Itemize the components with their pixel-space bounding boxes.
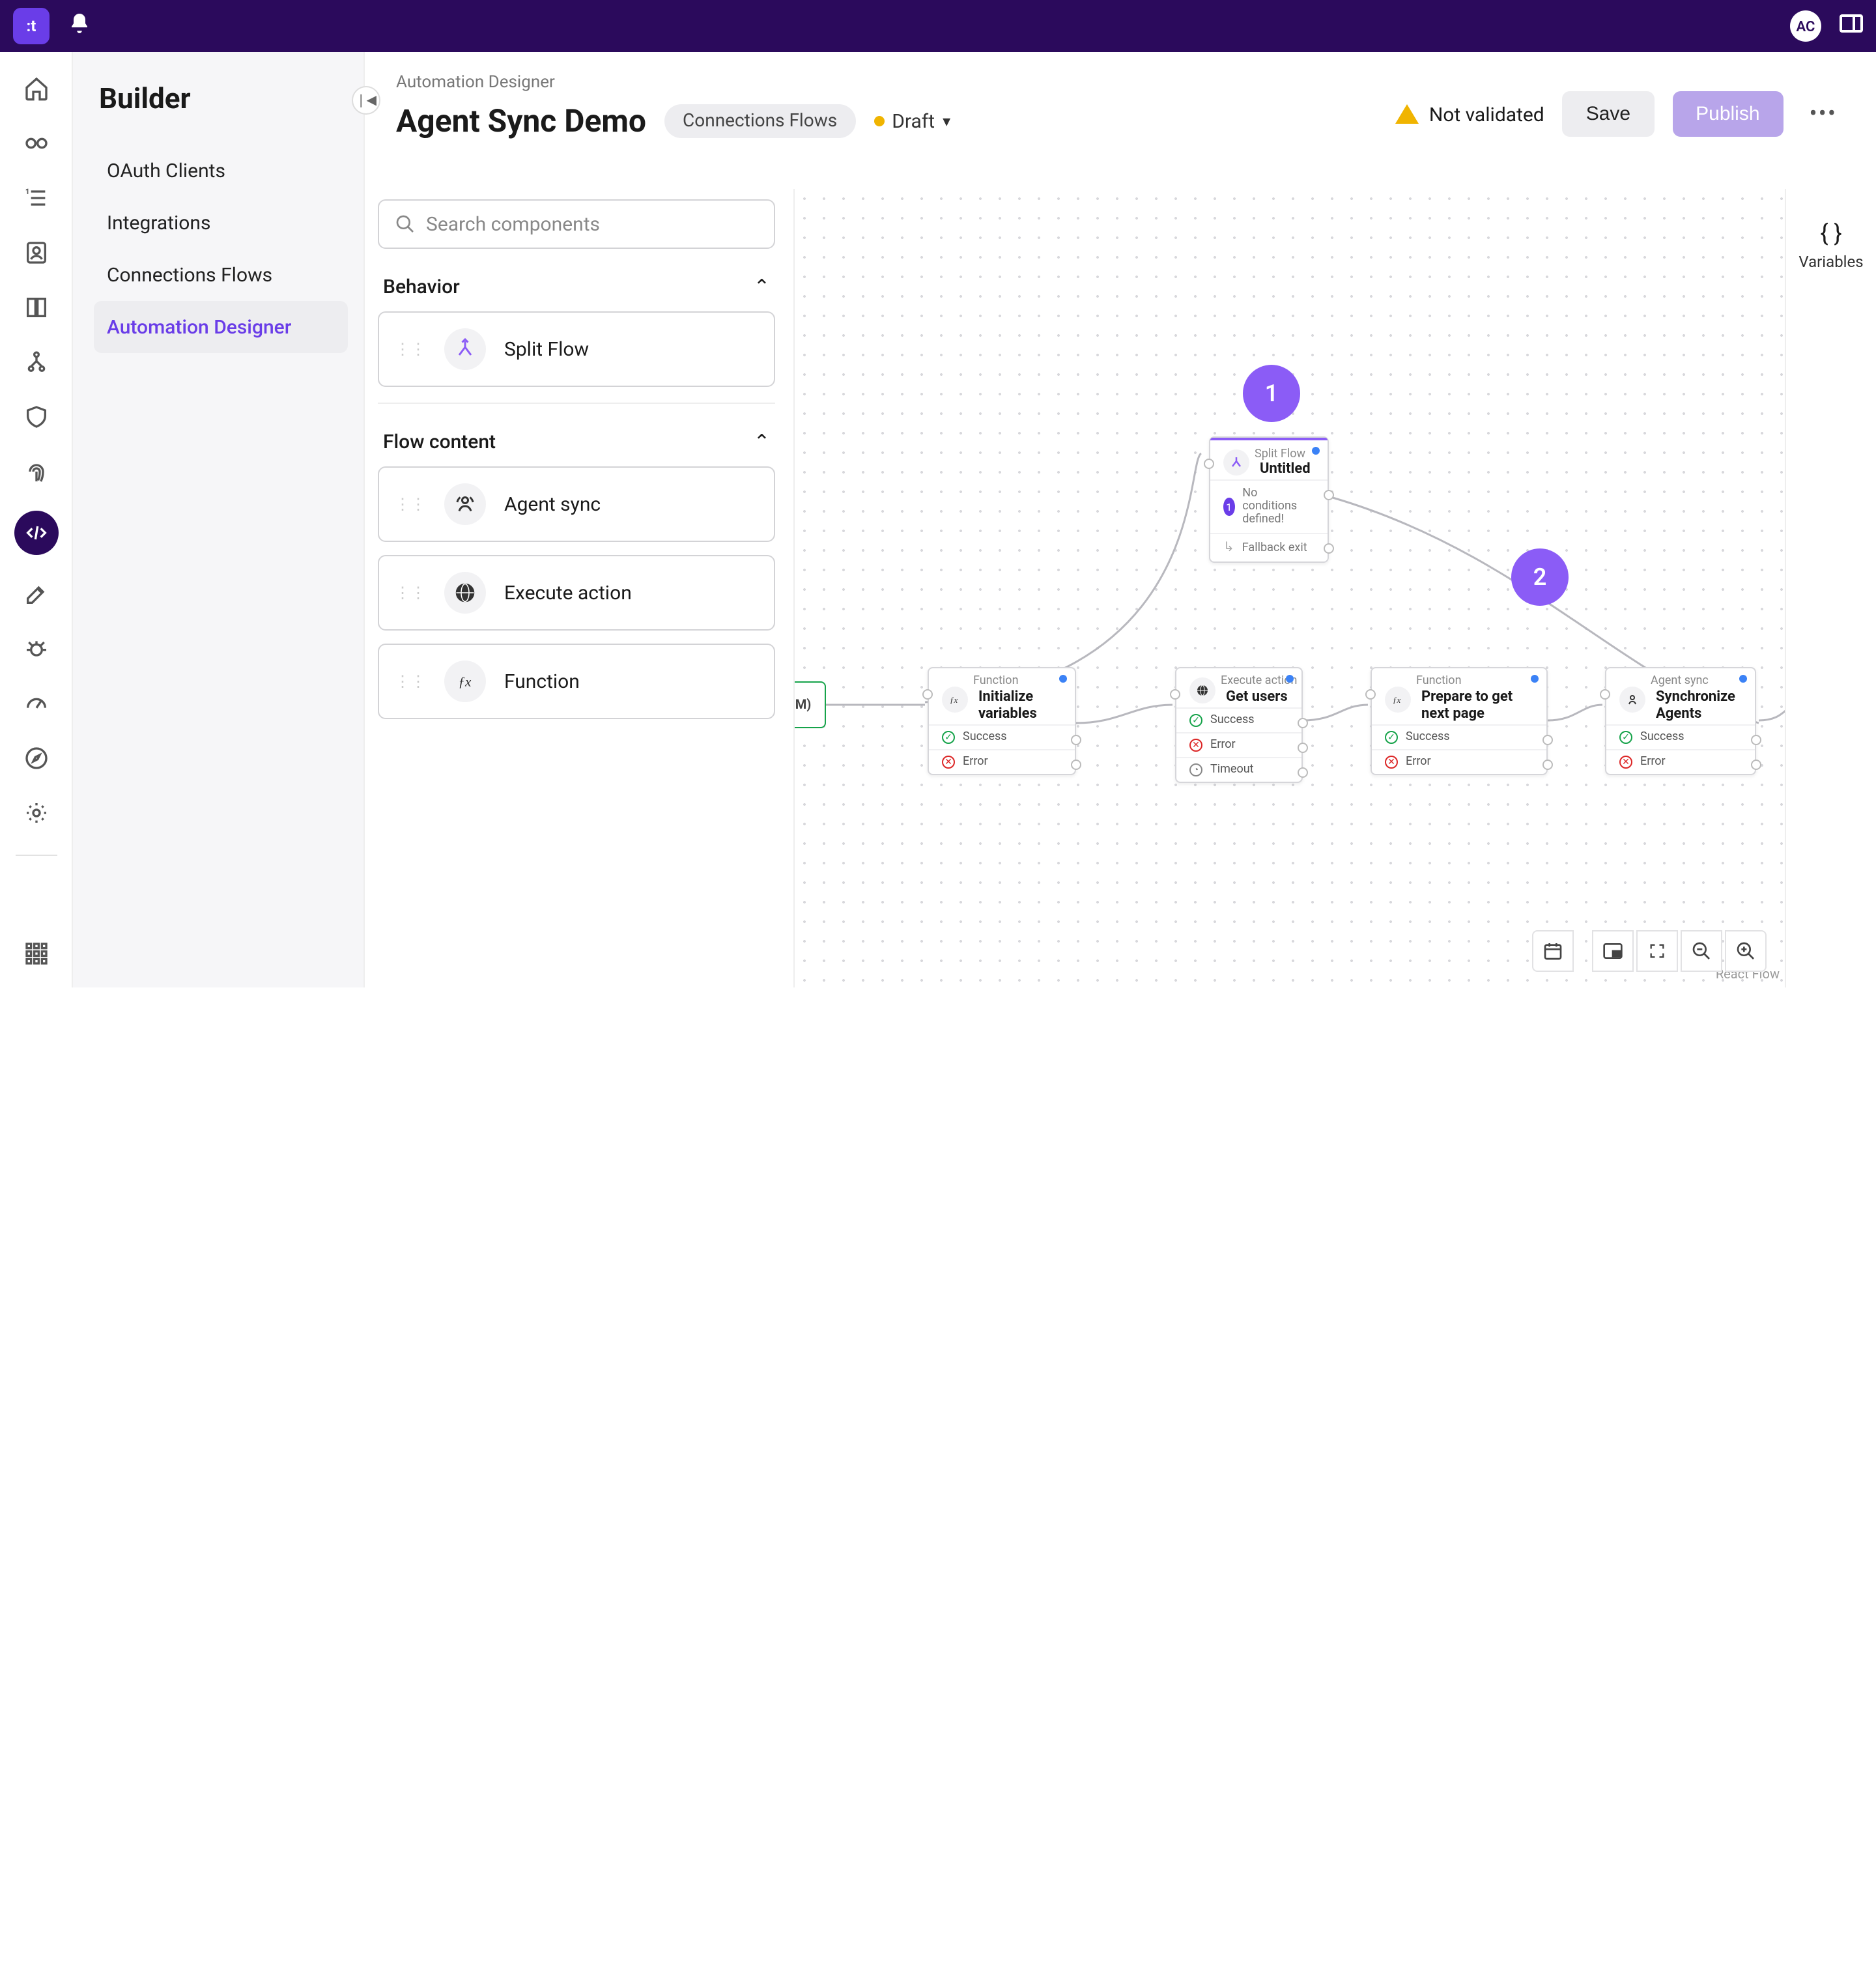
search-input[interactable]: Search components (378, 199, 775, 249)
status-dropdown[interactable]: Draft ▾ (874, 109, 950, 133)
zoom-out-button[interactable] (1681, 930, 1722, 972)
condition-row[interactable]: 1No conditions defined! (1210, 479, 1328, 533)
node-split-flow[interactable]: Split Flow Untitled 1No conditions defin… (1209, 436, 1329, 563)
agent-sync-icon (1619, 686, 1645, 712)
svg-text:1: 1 (25, 188, 29, 195)
status-dot-icon (874, 116, 884, 126)
svg-text:ƒx: ƒx (1393, 694, 1401, 704)
component-execute-action[interactable]: ⋮⋮ Execute action (378, 555, 775, 631)
validation-status: Not validated (1395, 102, 1544, 126)
split-icon (444, 328, 486, 370)
node-get-users[interactable]: Execute action Get users ✓Success ✕Error… (1175, 667, 1303, 783)
right-rail: { } Variables (1785, 189, 1876, 988)
chevron-down-icon: ▾ (943, 112, 950, 130)
code-icon[interactable] (14, 511, 58, 555)
sidebar-title: Builder (94, 83, 348, 116)
fingerprint-icon[interactable] (20, 456, 51, 487)
node-initialize-variables[interactable]: ƒx Function Initialize variables ✓Succes… (928, 667, 1076, 775)
fullscreen-button[interactable] (1636, 930, 1678, 972)
publish-button[interactable]: Publish (1672, 91, 1783, 137)
callout-2: 2 (1511, 548, 1569, 606)
callout-1: 1 (1243, 365, 1300, 422)
steps-icon[interactable]: 1 (20, 182, 51, 214)
apps-grid-icon[interactable] (20, 938, 51, 969)
book-icon[interactable] (20, 292, 51, 323)
home-icon[interactable] (20, 73, 51, 104)
flow-icon[interactable] (20, 347, 51, 378)
variables-icon[interactable]: { } (1820, 220, 1841, 248)
drag-handle-icon[interactable]: ⋮⋮ (395, 340, 426, 358)
warning-icon (1395, 104, 1419, 124)
shield-icon[interactable] (20, 401, 51, 433)
topbar: AC (0, 0, 1876, 52)
chevron-up-icon: ⌃ (754, 430, 770, 453)
section-behavior[interactable]: Behavior ⌃ (378, 249, 775, 311)
main: ❘◀ Automation Designer Agent Sync Demo C… (365, 52, 1876, 988)
function-icon: ƒx (444, 661, 486, 702)
sidebar-item-integrations[interactable]: Integrations (94, 197, 348, 249)
settings-icon[interactable] (20, 797, 51, 829)
zoom-in-button[interactable] (1725, 930, 1767, 972)
compass-icon[interactable] (20, 743, 51, 774)
notifications-icon[interactable] (68, 11, 91, 41)
user-avatar[interactable]: AC (1790, 10, 1821, 42)
sidebar: Builder OAuth Clients Integrations Conne… (73, 52, 365, 988)
search-icon (395, 214, 416, 234)
edit-icon[interactable] (20, 578, 51, 610)
bug-icon[interactable] (20, 633, 51, 664)
globe-icon (444, 572, 486, 614)
partial-node[interactable]: M) (795, 681, 826, 728)
schedule-button[interactable] (1532, 930, 1574, 972)
unsaved-dot-icon (1739, 675, 1747, 683)
node-prepare-next-page[interactable]: ƒx Function Prepare to get next page ✓Su… (1371, 667, 1548, 775)
app-logo[interactable] (13, 8, 50, 44)
section-flow-content[interactable]: Flow content ⌃ (378, 404, 775, 466)
globe-icon (1189, 677, 1215, 703)
fallback-icon: ↳ (1223, 541, 1234, 555)
flow-type-chip: Connections Flows (664, 104, 855, 138)
flow-canvas[interactable]: M) 1 2 Split Flow Untitled 1No condition… (795, 189, 1785, 988)
fallback-row[interactable]: ↳Fallback exit (1210, 533, 1328, 561)
node-synchronize-agents[interactable]: Agent sync Synchronize Agents ✓Success ✕… (1605, 667, 1756, 775)
drag-handle-icon[interactable]: ⋮⋮ (395, 495, 426, 513)
component-palette: Search components Behavior ⌃ ⋮⋮ Split Fl… (365, 189, 795, 988)
drag-handle-icon[interactable]: ⋮⋮ (395, 672, 426, 690)
page-title: Agent Sync Demo (396, 103, 646, 139)
chevron-up-icon: ⌃ (754, 275, 770, 298)
canvas-controls (1532, 930, 1767, 972)
panel-toggle-icon[interactable] (1840, 14, 1863, 38)
breadcrumb[interactable]: Automation Designer (396, 73, 555, 92)
variables-label[interactable]: Variables (1798, 253, 1863, 271)
sidebar-item-oauth[interactable]: OAuth Clients (94, 145, 348, 197)
icon-rail: 1 (0, 52, 73, 988)
page-header: Automation Designer Agent Sync Demo Conn… (365, 52, 1876, 189)
component-agent-sync[interactable]: ⋮⋮ Agent sync (378, 466, 775, 542)
agent-sync-icon (444, 483, 486, 525)
more-menu-button[interactable]: ••• (1802, 100, 1845, 128)
sidebar-item-automation-designer[interactable]: Automation Designer (94, 301, 348, 353)
unsaved-dot-icon (1312, 447, 1320, 455)
contact-icon[interactable] (20, 237, 51, 268)
edges (795, 189, 1785, 988)
minimap-button[interactable] (1592, 930, 1634, 972)
unsaved-dot-icon (1286, 675, 1294, 683)
split-icon (1223, 449, 1249, 476)
component-split-flow[interactable]: ⋮⋮ Split Flow (378, 311, 775, 387)
component-function[interactable]: ⋮⋮ ƒx Function (378, 644, 775, 719)
function-icon: ƒx (1385, 686, 1411, 712)
function-icon: ƒx (942, 686, 968, 712)
drag-handle-icon[interactable]: ⋮⋮ (395, 584, 426, 602)
gauge-icon[interactable] (20, 688, 51, 719)
unsaved-dot-icon (1059, 675, 1067, 683)
svg-text:ƒx: ƒx (459, 674, 472, 690)
save-button[interactable]: Save (1563, 91, 1654, 137)
link-icon[interactable] (20, 128, 51, 159)
svg-text:ƒx: ƒx (950, 694, 958, 704)
sidebar-item-connections-flows[interactable]: Connections Flows (94, 249, 348, 301)
unsaved-dot-icon (1531, 675, 1539, 683)
